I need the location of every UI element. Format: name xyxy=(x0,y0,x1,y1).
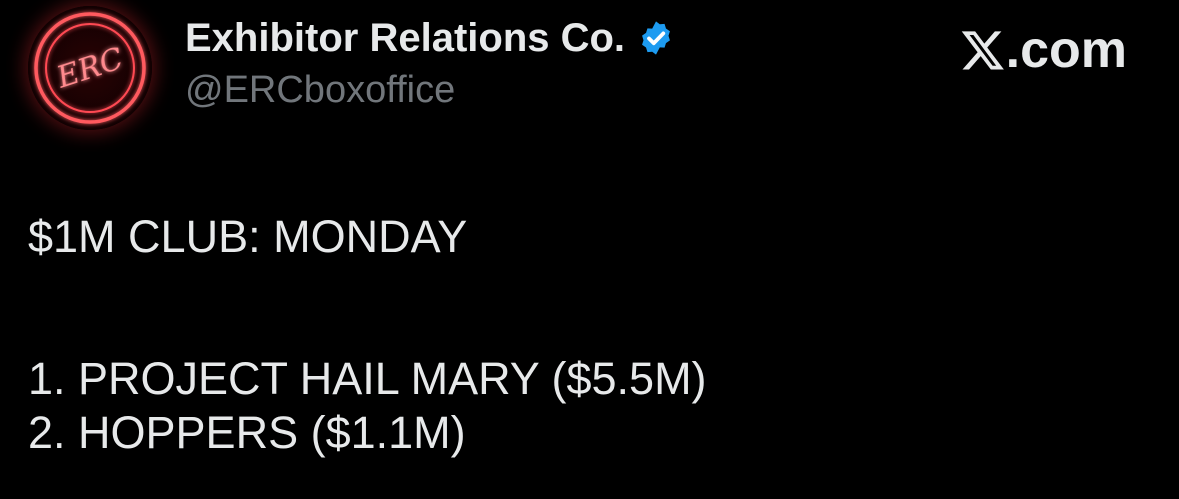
tweet-list-item: 1. PROJECT HAIL MARY ($5.5M) xyxy=(28,353,707,404)
tweet-list-item: 2. HOPPERS ($1.1M) xyxy=(28,407,466,458)
tweet-heading: $1M CLUB: MONDAY xyxy=(28,211,468,262)
author-display-name[interactable]: Exhibitor Relations Co. xyxy=(185,14,625,62)
brand-domain-text: .com xyxy=(1005,21,1127,79)
author-handle[interactable]: @ERCboxoffice xyxy=(185,66,455,114)
erc-logo-icon: ERC xyxy=(34,12,146,124)
avatar[interactable]: ERC xyxy=(28,6,152,130)
x-logo-icon xyxy=(961,31,1004,70)
x-brand: .com xyxy=(960,20,1127,80)
avatar-text: ERC xyxy=(52,41,128,95)
verified-badge-icon xyxy=(642,21,670,55)
tweet-body: $1M CLUB: MONDAY 1. PROJECT HAIL MARY ($… xyxy=(28,210,707,460)
author-display-name-row[interactable]: Exhibitor Relations Co. xyxy=(185,14,675,62)
